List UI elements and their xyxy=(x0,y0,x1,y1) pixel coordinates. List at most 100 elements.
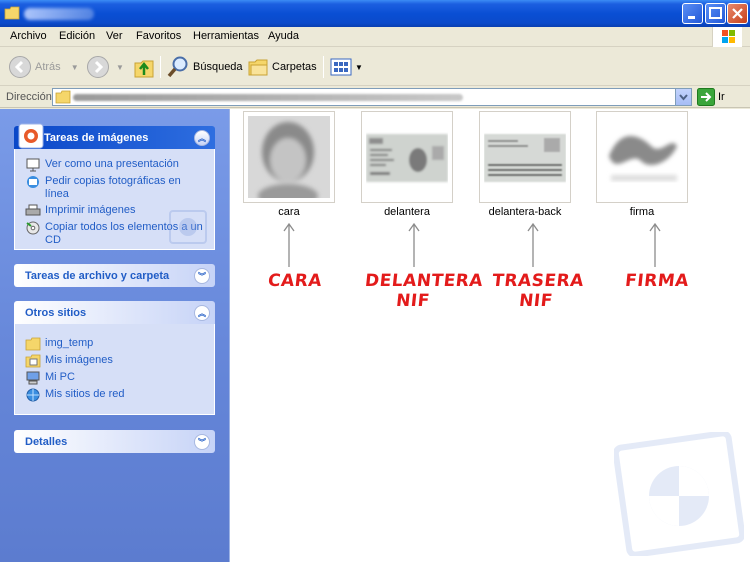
slideshow-icon xyxy=(26,158,40,172)
image-tasks-header[interactable]: Tareas de imágenes ︽ xyxy=(14,123,215,149)
up-folder-icon xyxy=(134,60,154,78)
image-tasks-panel: Tareas de imágenes ︽ Ver como una presen… xyxy=(14,123,215,250)
place-label: Mis sitios de red xyxy=(45,388,125,400)
thumbnail-firma[interactable] xyxy=(596,111,688,203)
signature-image xyxy=(601,116,683,198)
details-panel: Detalles ︾ xyxy=(14,430,215,453)
thumbnail-cara[interactable] xyxy=(243,111,335,203)
menu-ver[interactable]: Ver xyxy=(106,30,123,42)
address-path-redacted xyxy=(73,94,463,101)
annotation-arrow-up-icon xyxy=(527,222,539,267)
task-order-prints[interactable]: Pedir copias fotográficas en línea xyxy=(25,175,204,201)
printer-icon xyxy=(25,204,41,216)
network-icon xyxy=(26,388,40,402)
maximize-button[interactable] xyxy=(705,3,726,24)
folders-icon xyxy=(248,59,268,76)
annotation-arrow-up-icon xyxy=(649,222,661,267)
face-photo-image xyxy=(248,116,330,198)
expand-chevron-icon[interactable]: ︾ xyxy=(194,268,210,284)
collapse-chevron-icon[interactable]: ︽ xyxy=(194,130,210,146)
back-button[interactable]: Atrás ▼ xyxy=(8,55,79,79)
pictures-watermark-icon xyxy=(614,432,744,556)
menu-bar: Archivo Edición Ver Favoritos Herramient… xyxy=(0,27,750,47)
forward-button[interactable]: ▼ xyxy=(86,55,124,79)
file-tasks-header[interactable]: Tareas de archivo y carpeta ︾ xyxy=(14,264,215,287)
address-bar: Dirección Ir xyxy=(0,87,750,108)
menu-favoritos[interactable]: Favoritos xyxy=(136,30,181,42)
windows-logo xyxy=(712,27,742,47)
go-arrow-icon xyxy=(697,88,715,106)
file-name[interactable]: cara xyxy=(234,206,344,218)
go-label: Ir xyxy=(718,91,725,103)
place-my-computer[interactable]: Mi PC xyxy=(25,371,204,385)
place-label: Mi PC xyxy=(45,371,75,383)
annotation-arrow-up-icon xyxy=(283,222,295,267)
place-label: img_temp xyxy=(45,337,94,349)
minimize-icon xyxy=(688,16,695,19)
back-dropdown-icon[interactable]: ▼ xyxy=(71,63,79,72)
collapse-chevron-icon[interactable]: ︽ xyxy=(194,305,210,321)
up-folder-button[interactable] xyxy=(133,55,155,79)
toolbar: Atrás ▼ ▼ Búsqueda Carpetas ▼ xyxy=(0,48,750,86)
window-title-redacted xyxy=(24,8,94,20)
address-input[interactable] xyxy=(52,88,692,106)
file-view[interactable]: cara delantera delantera-back firma CARA… xyxy=(229,109,750,562)
watermark-icon xyxy=(169,210,207,244)
address-dropdown-button[interactable] xyxy=(675,89,691,105)
other-places-header[interactable]: Otros sitios ︽ xyxy=(14,301,215,324)
address-label: Dirección xyxy=(6,91,52,103)
thumbnail-delantera-back[interactable] xyxy=(479,111,571,203)
annotation-delantera-nif: DELANTERA NIF xyxy=(364,271,485,311)
close-button[interactable] xyxy=(727,3,748,24)
place-my-pictures[interactable]: Mis imágenes xyxy=(25,354,204,368)
views-dropdown-icon[interactable]: ▼ xyxy=(355,63,363,72)
other-places-body: img_temp Mis imágenes Mi PC Mis sitios d… xyxy=(14,324,215,415)
image-tasks-icon xyxy=(18,123,44,149)
order-prints-icon xyxy=(27,176,39,188)
chevron-down-icon xyxy=(679,94,688,101)
place-label: Mis imágenes xyxy=(45,354,113,366)
details-header[interactable]: Detalles ︾ xyxy=(14,430,215,453)
menu-herramientas[interactable]: Herramientas xyxy=(193,30,259,42)
views-button[interactable]: ▼ xyxy=(330,55,363,79)
task-label: Ver como una presentación xyxy=(45,158,179,170)
go-button[interactable]: Ir xyxy=(697,88,725,106)
id-card-back-image xyxy=(484,116,566,198)
place-network[interactable]: Mis sitios de red xyxy=(25,388,204,402)
details-title: Detalles xyxy=(25,435,68,448)
folders-button[interactable]: Carpetas xyxy=(247,55,317,79)
file-name[interactable]: delantera xyxy=(352,206,462,218)
annotation-arrow-up-icon xyxy=(408,222,420,267)
menu-ayuda[interactable]: Ayuda xyxy=(268,30,299,42)
toolbar-separator xyxy=(323,56,324,78)
task-label: Imprimir imágenes xyxy=(45,204,136,216)
menu-archivo[interactable]: Archivo xyxy=(10,30,47,42)
forward-dropdown-icon[interactable]: ▼ xyxy=(116,63,124,72)
image-tasks-title: Tareas de imágenes xyxy=(44,131,149,144)
annotation-cara: CARA xyxy=(266,271,323,291)
toolbar-separator xyxy=(160,56,161,78)
task-slideshow[interactable]: Ver como una presentación xyxy=(25,158,204,172)
my-pictures-icon xyxy=(25,354,41,368)
maximize-icon xyxy=(709,7,722,19)
file-tasks-panel: Tareas de archivo y carpeta ︾ xyxy=(14,264,215,287)
views-icon xyxy=(330,58,352,76)
place-img-temp[interactable]: img_temp xyxy=(25,337,204,351)
title-bar[interactable] xyxy=(0,0,750,27)
annotation-trasera-nif: TRASERA NIF xyxy=(491,271,585,311)
menu-edicion[interactable]: Edición xyxy=(59,30,95,42)
id-card-front-image xyxy=(366,116,448,198)
back-arrow-icon xyxy=(9,56,31,78)
windows-flag-icon xyxy=(722,30,735,43)
file-name[interactable]: delantera-back xyxy=(470,206,580,218)
minimize-button[interactable] xyxy=(682,3,703,24)
thumbnail-delantera[interactable] xyxy=(361,111,453,203)
expand-chevron-icon[interactable]: ︾ xyxy=(194,434,210,450)
search-button[interactable]: Búsqueda xyxy=(166,55,243,79)
image-tasks-body: Ver como una presentación Pedir copias f… xyxy=(14,149,215,250)
cd-icon xyxy=(26,221,40,235)
search-icon xyxy=(167,56,188,78)
task-label: Pedir copias fotográficas en línea xyxy=(45,175,181,200)
file-tasks-title: Tareas de archivo y carpeta xyxy=(25,269,170,282)
file-name[interactable]: firma xyxy=(587,206,697,218)
